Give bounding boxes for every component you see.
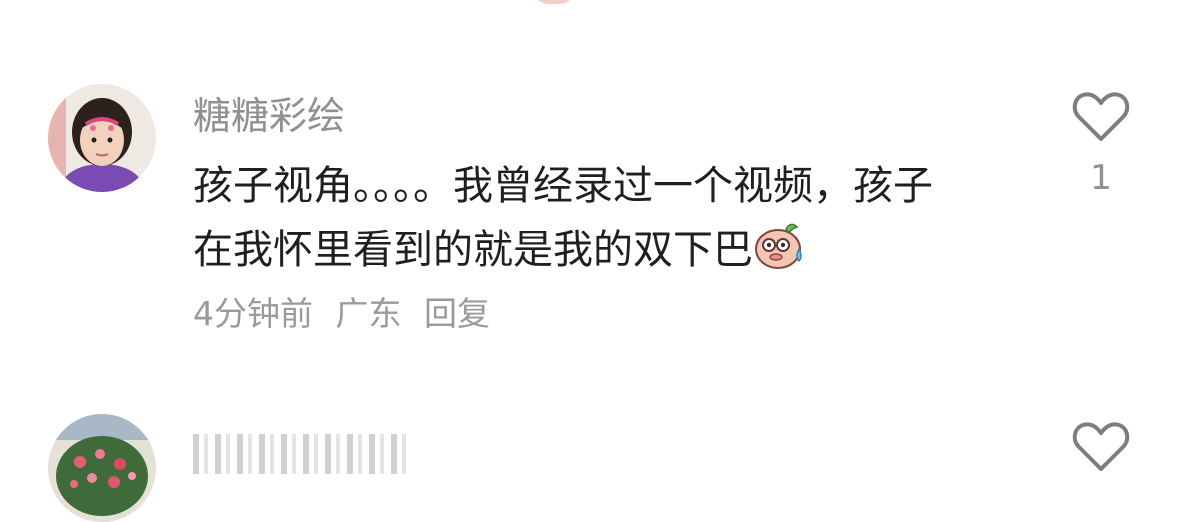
comment-item [0,412,1179,522]
reply-button[interactable]: 回复 [424,294,490,333]
heart-outline-icon[interactable] [1072,90,1130,144]
comment-time: 4分钟前 [193,294,313,333]
redacted-username [193,434,408,474]
avatar[interactable] [48,84,156,192]
heart-outline-icon[interactable] [1072,420,1130,474]
like-count: 1 [1090,158,1112,198]
comment-text-line: 在我怀里看到的就是我的双下巴 [193,218,1053,282]
comment-username[interactable]: 糖糖彩绘 [193,94,345,138]
avatar[interactable] [48,414,156,522]
comment-meta: 4分钟前 广东 回复 [193,292,502,336]
avatar-image [48,84,156,192]
avatar-image [48,414,156,522]
comment-text-line: 孩子视角。。。。我曾经录过一个视频，孩子 [193,163,933,209]
comment-text: 孩子视角。。。。我曾经录过一个视频，孩子 在我怀里看到的就是我的双下巴 [193,154,1053,282]
comment-text-line-content: 在我怀里看到的就是我的双下巴 [193,227,753,273]
comment-location: 广东 [335,294,402,333]
comment-item: 糖糖彩绘 孩子视角。。。。我曾经录过一个视频，孩子 在我怀里看到的就是我的双下巴… [0,84,1179,384]
previous-emoji-peek [534,0,574,4]
sweat-pig-emoji [753,219,807,271]
